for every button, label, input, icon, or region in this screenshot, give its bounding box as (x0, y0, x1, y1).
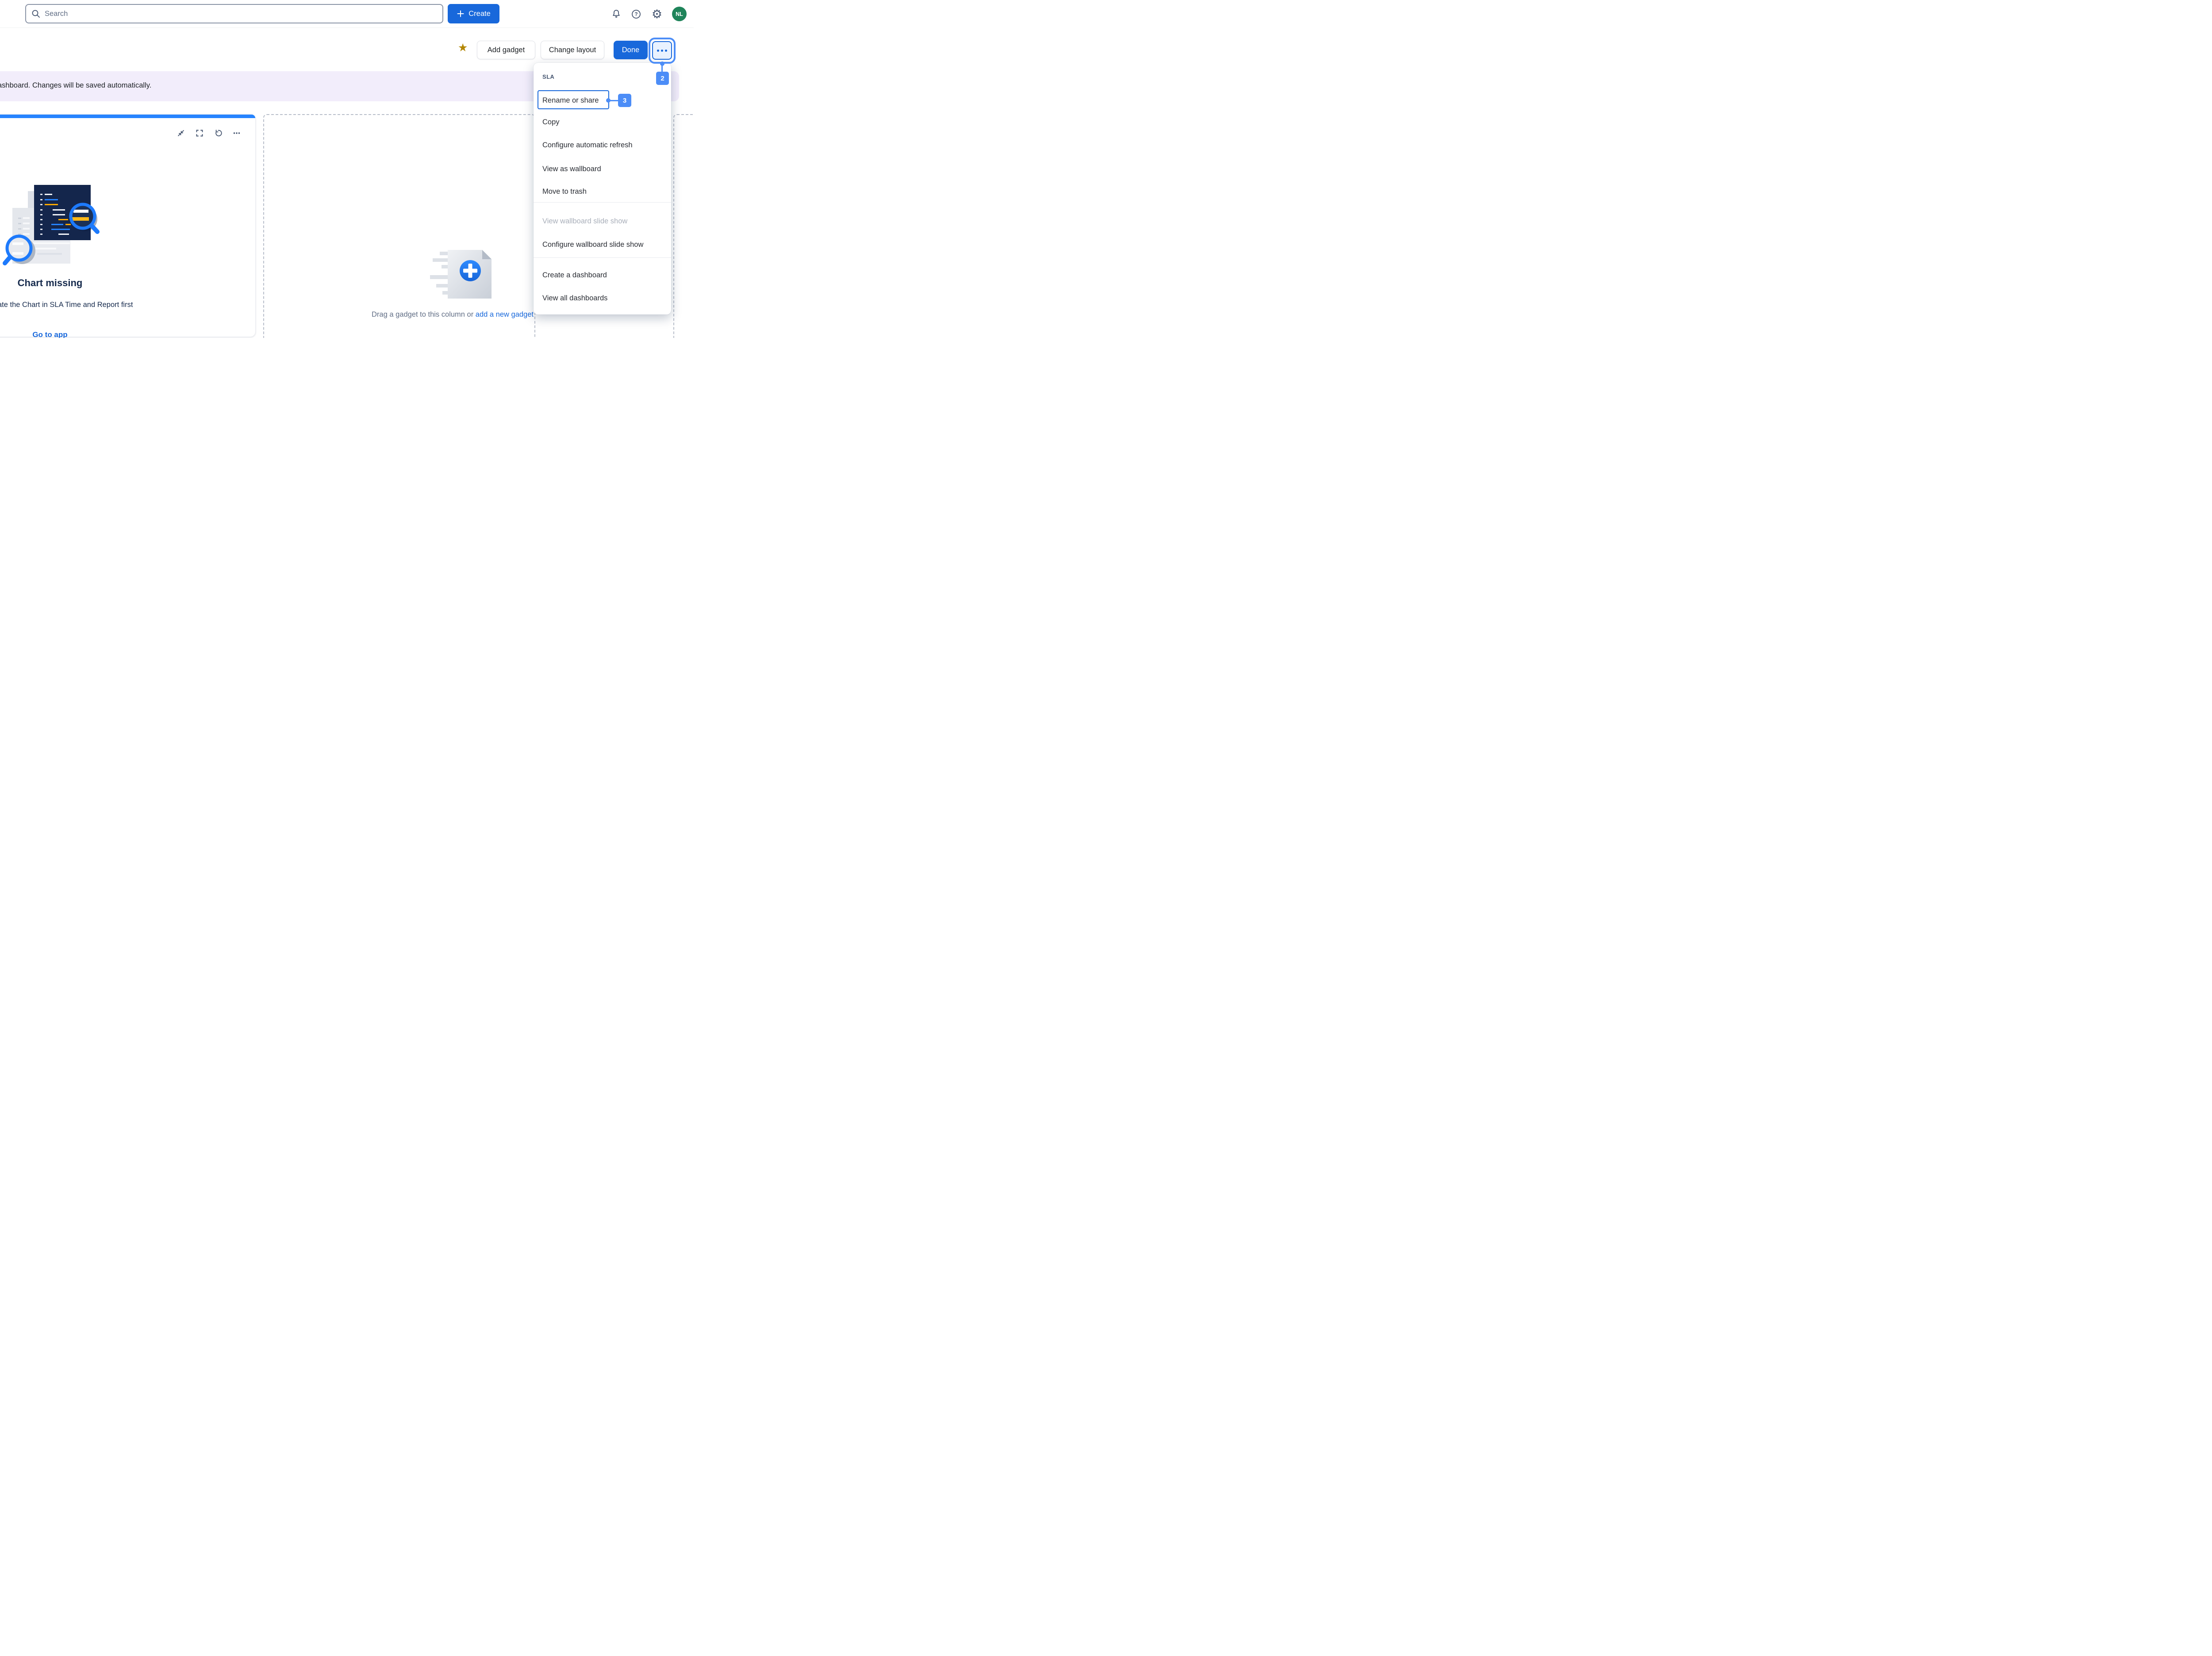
avatar[interactable]: NL (672, 7, 687, 21)
spotlight-pulse-ring (649, 38, 676, 64)
empty-state-description: ate the Chart in SLA Time and Report fir… (0, 301, 133, 309)
empty-state-heading: Chart missing (0, 277, 116, 289)
add-new-gadget-link[interactable]: add a new gadget (476, 310, 534, 318)
expand-icon[interactable] (196, 129, 204, 137)
rename-highlight-box (538, 90, 609, 109)
dashboard-actions-menu: SLA Rename or share Copy Configure autom… (534, 63, 671, 314)
settings-button[interactable]: ⚙ (649, 7, 664, 22)
add-gadget-button[interactable]: Add gadget (477, 41, 535, 59)
svg-text:?: ? (634, 12, 637, 17)
menu-item-configure-automatic-refresh[interactable]: Configure automatic refresh (542, 140, 633, 150)
search-input[interactable] (25, 4, 443, 23)
help-button[interactable]: ? (629, 7, 644, 22)
menu-item-move-to-trash[interactable]: Move to trash (542, 187, 587, 196)
gear-icon: ⚙ (652, 8, 662, 20)
step-badge-3: 3 (618, 94, 631, 107)
connector-line (661, 63, 663, 72)
drag-gadget-hint: Drag a gadget to this column or add a ne… (372, 310, 534, 319)
done-button[interactable]: Done (614, 41, 648, 59)
create-button[interactable]: Create (448, 4, 499, 23)
empty-column-dropzone-right[interactable] (673, 114, 694, 338)
banner-text: ashboard. Changes will be saved automati… (0, 81, 151, 90)
connector-line (608, 100, 618, 101)
menu-item-copy[interactable]: Copy (542, 117, 560, 127)
bell-icon (611, 9, 622, 19)
drag-gadget-hint-text: Drag a gadget to this column or (372, 310, 476, 318)
menu-item-configure-wallboard-slide-show[interactable]: Configure wallboard slide show (542, 240, 643, 249)
favorite-star-icon[interactable]: ★ (458, 42, 468, 54)
change-layout-button[interactable]: Change layout (541, 41, 604, 59)
menu-item-create-a-dashboard[interactable]: Create a dashboard (542, 270, 607, 280)
gadget-accent-bar (0, 115, 255, 118)
gadget-more-icon[interactable] (233, 129, 241, 137)
menu-divider (534, 257, 671, 258)
search-icon (31, 9, 40, 18)
menu-item-view-as-wallboard[interactable]: View as wallboard (542, 164, 601, 174)
menu-divider (534, 202, 671, 203)
add-gadget-illustration (422, 250, 500, 301)
jira-dashboard-edit-screen: Create ? ⚙ NL ★ Add gadget Change l (0, 0, 694, 338)
menu-item-view-wallboard-slide-show: View wallboard slide show (542, 216, 627, 226)
collapse-icon[interactable] (177, 129, 185, 137)
top-navigation-bar: Create ? ⚙ NL (0, 0, 694, 28)
step-badge-2: 2 (656, 72, 669, 85)
refresh-icon[interactable] (214, 129, 222, 137)
notifications-button[interactable] (609, 7, 624, 22)
create-button-label: Create (469, 10, 491, 18)
menu-item-view-all-dashboards[interactable]: View all dashboards (542, 293, 607, 303)
help-icon: ? (631, 9, 641, 19)
plus-icon (457, 10, 465, 18)
empty-column-dropzone[interactable] (263, 114, 535, 338)
chart-missing-illustration (0, 182, 133, 269)
menu-section-label: SLA (542, 73, 554, 80)
go-to-app-link[interactable]: Go to app (0, 330, 116, 338)
